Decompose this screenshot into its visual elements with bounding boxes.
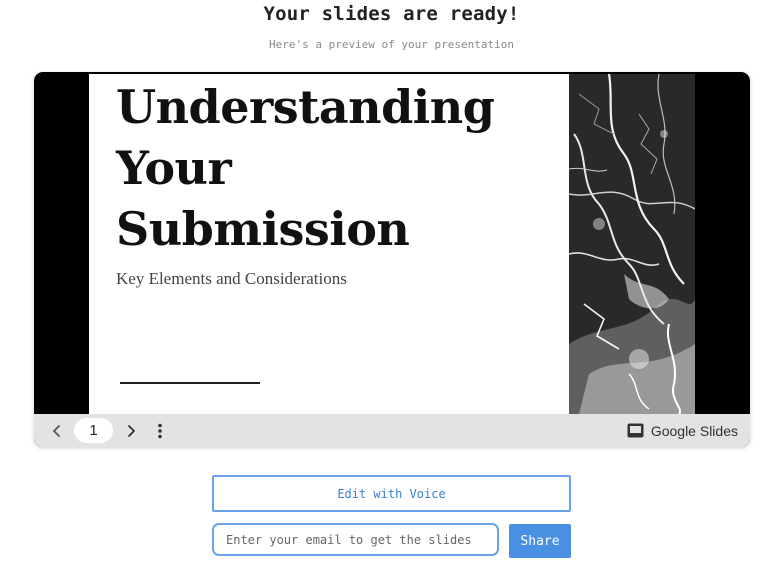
page-subtitle: Here's a preview of your presentation: [268, 38, 515, 51]
slide-title-line: Understanding: [116, 80, 495, 134]
edit-with-voice-button[interactable]: Edit with Voice: [212, 475, 571, 512]
page-title: Your slides are ready!: [263, 3, 520, 25]
slide-canvas: Understanding Your Submission Key Elemen…: [89, 74, 695, 414]
next-slide-button[interactable]: [120, 414, 142, 447]
more-vertical-icon: [158, 423, 162, 438]
more-options-button[interactable]: [149, 414, 171, 447]
marble-texture: [568, 74, 695, 414]
slide-title-line: Submission: [116, 202, 410, 256]
share-button[interactable]: Share: [509, 524, 571, 558]
page-number-field[interactable]: 1: [74, 418, 113, 443]
slides-embed-viewer: Understanding Your Submission Key Elemen…: [34, 72, 750, 447]
viewer-toolbar: 1 Google Slides: [34, 414, 750, 447]
google-slides-label: Google Slides: [650, 422, 738, 439]
chevron-right-icon: [128, 424, 135, 437]
slide-divider: [120, 382, 260, 384]
slide-title: Understanding Your Submission: [116, 77, 556, 260]
email-input[interactable]: [212, 523, 499, 556]
slide-marble-image: [568, 74, 695, 414]
slide-subtitle: Key Elements and Considerations: [116, 269, 347, 288]
open-in-google-slides-link[interactable]: Google Slides: [627, 414, 738, 447]
slide-title-line: Your: [116, 141, 232, 195]
google-slides-icon: [627, 423, 644, 438]
previous-slide-button[interactable]: [46, 414, 68, 447]
chevron-left-icon: [53, 424, 60, 437]
